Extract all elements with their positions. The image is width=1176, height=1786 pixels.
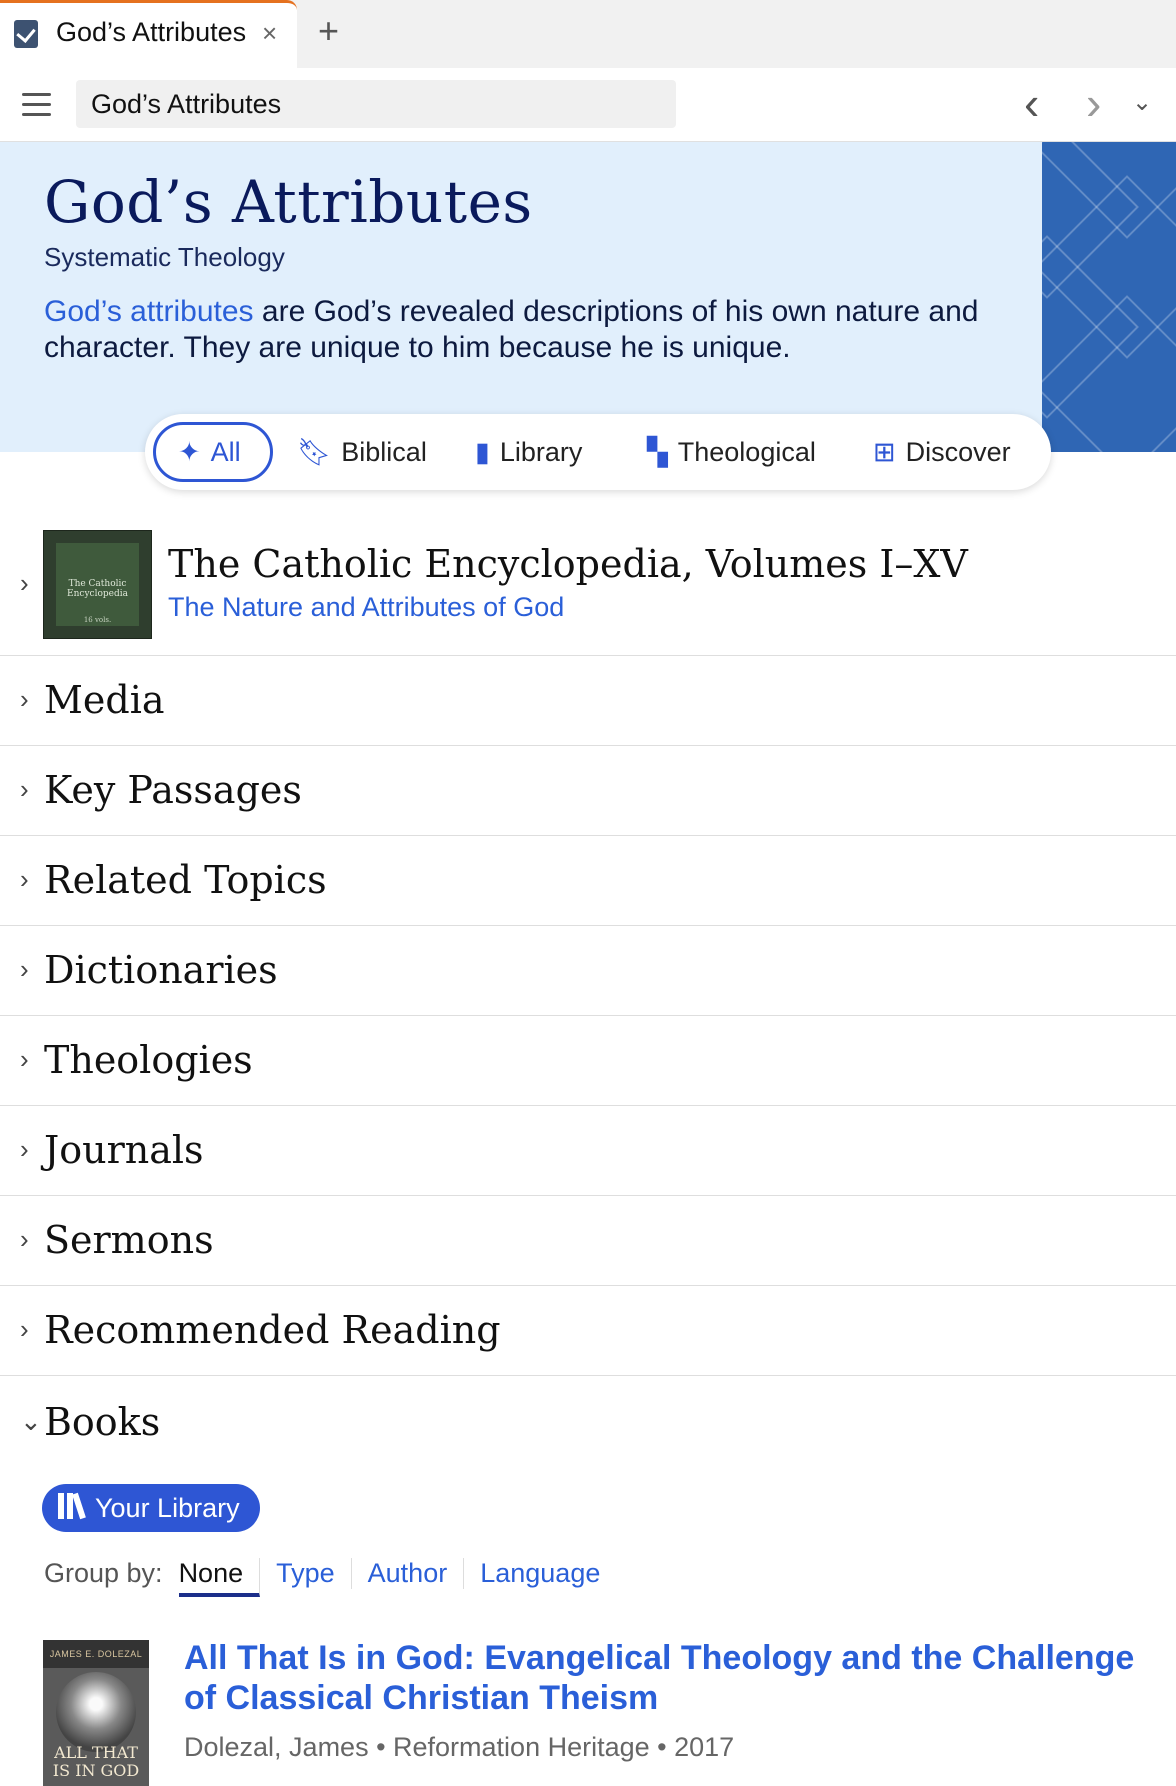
group-by-language[interactable]: Language [480, 1558, 616, 1589]
blocks-icon: ▚ [647, 437, 668, 467]
attributes-link[interactable]: God’s attributes [44, 295, 254, 328]
topic-description: God’s attributes are God’s revealed desc… [44, 294, 1004, 366]
group-by-type[interactable]: Type [276, 1558, 352, 1589]
forward-button[interactable]: › [1086, 80, 1101, 126]
group-by-none[interactable]: None [178, 1558, 261, 1597]
featured-resource-row[interactable]: › The Catholic Encyclopedia 16 vols. The… [0, 512, 1176, 656]
cover-vols: 16 vols. [83, 616, 112, 624]
resource-article-link[interactable]: The Nature and Attributes of God [168, 592, 564, 623]
tab-title: God’s Attributes [56, 17, 247, 47]
discover-icon: ⊞ [873, 437, 896, 467]
filter-label: Library [499, 437, 583, 467]
cover-text: The Catholic Encyclopedia [67, 579, 128, 599]
catholic-encyclopedia-cover: The Catholic Encyclopedia 16 vols. [43, 530, 152, 639]
topic-header: God’s Attributes Systematic Theology God… [0, 142, 1176, 452]
chevron-right-icon: › [20, 954, 29, 984]
book-title-link[interactable]: All That Is in God: Evangelical Theology… [184, 1638, 1144, 1718]
page-subtitle: Systematic Theology [44, 242, 285, 272]
page-title: God’s Attributes [44, 168, 533, 236]
chevron-right-icon: › [20, 774, 29, 804]
filter-label: Discover [905, 437, 1011, 467]
section-sermons[interactable]: › Sermons [0, 1196, 1176, 1286]
library-icon [58, 1486, 86, 1534]
section-key-passages[interactable]: › Key Passages [0, 746, 1176, 836]
chevron-right-icon[interactable]: › [20, 568, 29, 599]
section-books[interactable]: ⌄ Books [0, 1376, 1176, 1470]
filter-all[interactable]: ✦ All [153, 422, 273, 482]
chevron-right-icon: › [20, 684, 29, 714]
your-library-button[interactable]: Your Library [42, 1484, 260, 1532]
toolbar: God’s Attributes ‹ › ⌄ [0, 68, 1176, 142]
chevron-right-icon: › [20, 1134, 29, 1164]
new-tab-button[interactable]: + [318, 10, 339, 52]
tab-strip: God’s Attributes × + [0, 0, 1176, 68]
section-label: Books [44, 1400, 161, 1444]
section-media[interactable]: › Media [0, 656, 1176, 746]
filter-theological[interactable]: ▚ Theological [647, 422, 816, 482]
section-label: Key Passages [44, 768, 302, 812]
filter-label: All [210, 437, 241, 467]
address-field[interactable]: God’s Attributes [76, 80, 676, 128]
checklist-icon [14, 20, 38, 48]
cover-title: ALL THAT IS IN GOD [52, 1743, 140, 1780]
cover-dome-image [56, 1672, 136, 1752]
resource-title[interactable]: The Catholic Encyclopedia, Volumes I–XV [168, 542, 968, 586]
filter-discover[interactable]: ⊞ Discover [873, 422, 1011, 482]
section-theologies[interactable]: › Theologies [0, 1016, 1176, 1106]
section-label: Theologies [44, 1038, 253, 1082]
tab-gods-attributes[interactable]: God’s Attributes × [0, 0, 297, 68]
bookmark-icon: 🔖︎ [297, 437, 332, 467]
back-button[interactable]: ‹ [1024, 80, 1039, 126]
chevron-right-icon: › [20, 864, 29, 894]
header-pattern-image [1042, 142, 1176, 452]
chevron-right-icon: › [20, 1044, 29, 1074]
group-by-bar: Group by: None Type Author Language [44, 1558, 616, 1597]
chevron-down-icon: ⌄ [20, 1406, 42, 1436]
section-label: Recommended Reading [44, 1308, 501, 1352]
filter-library[interactable]: ▮ Library [475, 422, 582, 482]
section-related-topics[interactable]: › Related Topics [0, 836, 1176, 926]
filter-label: Biblical [341, 437, 427, 467]
button-label: Your Library [95, 1493, 240, 1523]
cover-author: JAMES E. DOLEZAL [43, 1640, 149, 1668]
section-dictionaries[interactable]: › Dictionaries [0, 926, 1176, 1016]
topic-content: › The Catholic Encyclopedia 16 vols. The… [0, 512, 1176, 1470]
group-by-label: Group by: [44, 1558, 163, 1588]
section-label: Related Topics [44, 858, 327, 902]
chevron-right-icon: › [20, 1314, 29, 1344]
section-label: Dictionaries [44, 948, 278, 992]
section-label: Journals [44, 1128, 204, 1172]
section-label: Sermons [44, 1218, 214, 1262]
chevron-right-icon: › [20, 1224, 29, 1254]
filter-bar: ✦ All 🔖︎ Biblical ▮ Library ▚ Theological ⊞ D… [145, 414, 1051, 490]
book-meta: Dolezal, James • Reformation Heritage • … [184, 1732, 735, 1762]
close-icon[interactable]: × [262, 18, 277, 49]
group-by-author[interactable]: Author [368, 1558, 465, 1589]
book-cover[interactable]: JAMES E. DOLEZAL ALL THAT IS IN GOD [43, 1640, 149, 1786]
hamburger-menu-icon[interactable] [22, 93, 51, 117]
section-recommended-reading[interactable]: › Recommended Reading [0, 1286, 1176, 1376]
filter-label: Theological [677, 437, 816, 467]
filter-biblical[interactable]: 🔖︎ Biblical [297, 422, 427, 482]
book-icon: ▮ [475, 437, 490, 467]
section-journals[interactable]: › Journals [0, 1106, 1176, 1196]
section-label: Media [44, 678, 165, 722]
history-dropdown-icon[interactable]: ⌄ [1132, 88, 1152, 117]
sparkle-icon: ✦ [178, 437, 201, 467]
